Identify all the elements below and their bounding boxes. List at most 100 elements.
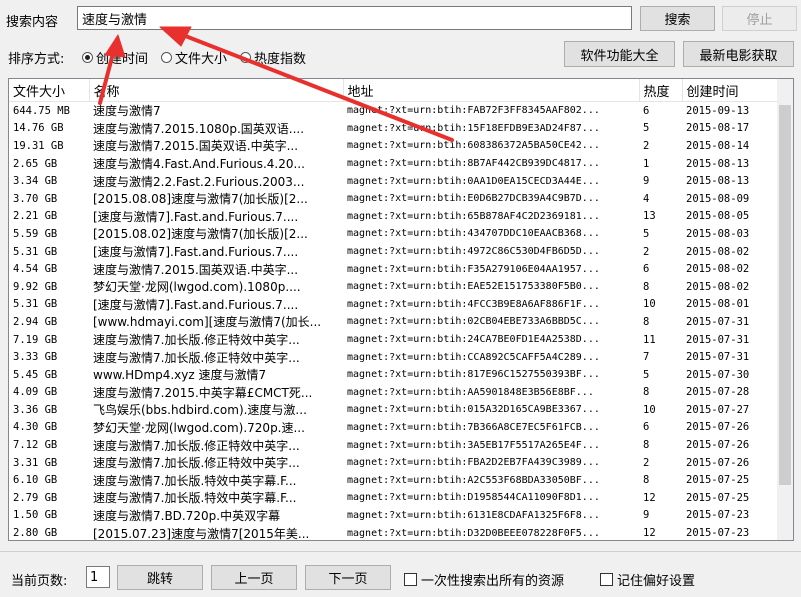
- size-cell: 6.10 GB: [13, 474, 58, 487]
- table-row[interactable]: 19.31 GB 速度与激情7.2015.国英双语.中英字... magnet:?x…: [9, 137, 779, 155]
- size-cell: 7.19 GB: [13, 333, 58, 346]
- address-cell: magnet:?xt=urn:btih:F35A279106E04AA1957.…: [347, 263, 600, 275]
- table-row[interactable]: 5.45 GB www.HDmp4.xyz 速度与激情7 magnet:?xt=ur…: [9, 366, 779, 384]
- table-row[interactable]: 3.31 GB 速度与激情7.加长版.修正特效中英字... magnet:?xt=u…: [9, 454, 779, 472]
- address-cell: magnet:?xt=urn:btih:434707DDC10EAACB368.…: [347, 228, 600, 240]
- created-cell: 2015-08-09: [686, 192, 750, 205]
- search-button[interactable]: 搜索: [640, 6, 715, 31]
- created-cell: 2015-08-14: [686, 139, 750, 152]
- sort-option-heat[interactable]: 热度指数: [240, 48, 306, 67]
- name-cell: 梦幻天堂·龙网(lwgod.com).1080p....: [93, 280, 301, 295]
- checkbox-icon: [404, 573, 417, 586]
- heat-cell: 6: [643, 421, 650, 434]
- column-header-size[interactable]: 文件大小: [9, 79, 90, 102]
- column-header-created[interactable]: 创建时间: [682, 79, 780, 102]
- next-page-button[interactable]: 下一页: [305, 565, 391, 590]
- search-all-checkbox[interactable]: 一次性搜索出所有的资源: [404, 570, 564, 589]
- size-cell: 3.34 GB: [13, 175, 58, 188]
- remember-label: 记住偏好设置: [617, 574, 696, 589]
- address-cell: magnet:?xt=urn:btih:15F18EFDB9E3AD24F87.…: [347, 122, 600, 134]
- size-cell: 5.59 GB: [13, 227, 58, 240]
- address-cell: magnet:?xt=urn:btih:0AA1D0EA15CECD3A44E.…: [347, 175, 600, 187]
- heat-cell: 12: [643, 527, 656, 540]
- name-cell: 速度与激情7.BD.720p.中英双字幕: [93, 508, 281, 523]
- address-cell: magnet:?xt=urn:btih:7B366A8CE7EC5F61FCB.…: [347, 421, 600, 433]
- table-row[interactable]: 2.80 GB [2015.07.23]速度与激情7[2015年美... magne…: [9, 524, 779, 541]
- name-cell: 速度与激情7.2015.1080p.国英双语....: [93, 121, 305, 136]
- results-list[interactable]: 文件大小 名称 地址 热度 创建时间 644.75 MB 速度与激情7 magnet…: [8, 78, 794, 541]
- table-row[interactable]: 2.21 GB [速度与激情7].Fast.and.Furious.7.... ma…: [9, 208, 779, 226]
- table-row[interactable]: 5.59 GB [2015.08.02]速度与激情7(加长版)[2... magne…: [9, 225, 779, 243]
- table-row[interactable]: 5.31 GB [速度与激情7].Fast.and.Furious.7.... ma…: [9, 243, 779, 261]
- vertical-scrollbar[interactable]: [777, 79, 793, 540]
- heat-cell: 6: [643, 263, 650, 276]
- heat-cell: 5: [643, 227, 650, 240]
- name-cell: 飞鸟娱乐(bbs.hdbird.com).速度与激...: [93, 403, 307, 418]
- page-label: 当前页数:: [11, 574, 68, 589]
- name-cell: 速度与激情7.加长版.修正特效中英字...: [93, 456, 300, 471]
- remember-preferences-checkbox[interactable]: 记住偏好设置: [600, 570, 695, 589]
- name-cell: [速度与激情7].Fast.and.Furious.7....: [93, 209, 299, 224]
- table-row[interactable]: 6.10 GB 速度与激情7.加长版.特效中英字幕.F... magnet:?xt=…: [9, 471, 779, 489]
- created-cell: 2015-07-26: [686, 421, 750, 434]
- size-cell: 1.50 GB: [13, 509, 58, 522]
- created-cell: 2015-08-02: [686, 280, 750, 293]
- name-cell: www.HDmp4.xyz 速度与激情7: [93, 368, 267, 383]
- page-input[interactable]: [86, 566, 110, 588]
- heat-cell: 11: [643, 333, 656, 346]
- table-row[interactable]: 5.31 GB [速度与激情7].Fast.and.Furious.7.... ma…: [9, 296, 779, 314]
- created-cell: 2015-07-23: [686, 509, 750, 522]
- heat-cell: 4: [643, 192, 650, 205]
- table-row[interactable]: 3.70 GB [2015.08.08]速度与激情7(加长版)[2... magne…: [9, 190, 779, 208]
- name-cell: 速度与激情7.2015.中英字幕£CMCT死...: [93, 385, 313, 400]
- name-cell: 速度与激情7.2015.国英双语.中英字...: [93, 262, 299, 277]
- stop-button[interactable]: 停止: [722, 6, 797, 31]
- prev-page-button[interactable]: 上一页: [211, 565, 297, 590]
- table-header: 文件大小 名称 地址 热度 创建时间: [9, 79, 780, 102]
- sort-option-size[interactable]: 文件大小: [161, 48, 227, 67]
- created-cell: 2015-07-23: [686, 527, 750, 540]
- name-cell: [2015.07.23]速度与激情7[2015年美...: [93, 526, 310, 541]
- table-row[interactable]: 9.92 GB 梦幻天堂·龙网(lwgod.com).1080p.... magne…: [9, 278, 779, 296]
- name-cell: 梦幻天堂·龙网(lwgod.com).720p.速...: [93, 420, 305, 435]
- heat-cell: 8: [643, 386, 650, 399]
- table-row[interactable]: 2.65 GB 速度与激情4.Fast.And.Furious.4.20... ma…: [9, 155, 779, 173]
- table-row[interactable]: 14.76 GB 速度与激情7.2015.1080p.国英双语.... magnet…: [9, 120, 779, 138]
- address-cell: magnet:?xt=urn:btih:EAE52E151753380F5B0.…: [347, 281, 600, 293]
- address-cell: magnet:?xt=urn:btih:65B878AF4C2D2369181.…: [347, 210, 600, 222]
- created-cell: 2015-07-31: [686, 333, 750, 346]
- table-row[interactable]: 4.54 GB 速度与激情7.2015.国英双语.中英字... magnet:?xt…: [9, 260, 779, 278]
- heat-cell: 2: [643, 245, 650, 258]
- sort-option-label: 创建时间: [96, 52, 149, 67]
- table-row[interactable]: 4.30 GB 梦幻天堂·龙网(lwgod.com).720p.速... magne…: [9, 419, 779, 437]
- address-cell: magnet:?xt=urn:btih:AA5901848E3B56E8BF..…: [347, 386, 594, 398]
- table-row[interactable]: 2.79 GB 速度与激情7.加长版.特效中英字幕.F... magnet:?xt=…: [9, 489, 779, 507]
- column-header-heat[interactable]: 热度: [639, 79, 683, 102]
- sort-option-created[interactable]: 创建时间: [82, 48, 148, 67]
- table-row[interactable]: 4.09 GB 速度与激情7.2015.中英字幕£CMCT死... magnet:?…: [9, 384, 779, 402]
- search-input[interactable]: [77, 6, 632, 30]
- features-button[interactable]: 软件功能大全: [564, 41, 675, 67]
- goto-button[interactable]: 跳转: [117, 565, 203, 590]
- sort-option-label: 文件大小: [175, 52, 228, 67]
- name-cell: 速度与激情4.Fast.And.Furious.4.20...: [93, 157, 305, 172]
- size-cell: 2.65 GB: [13, 157, 58, 170]
- created-cell: 2015-08-02: [686, 263, 750, 276]
- size-cell: 2.79 GB: [13, 491, 58, 504]
- latest-movies-button[interactable]: 最新电影获取: [683, 41, 794, 67]
- heat-cell: 5: [643, 368, 650, 381]
- created-cell: 2015-07-26: [686, 456, 750, 469]
- table-row[interactable]: 7.19 GB 速度与激情7.加长版.修正特效中英字... magnet:?xt=u…: [9, 331, 779, 349]
- column-header-address[interactable]: 地址: [343, 79, 640, 102]
- table-row[interactable]: 3.33 GB 速度与激情7.加长版.修正特效中英字... magnet:?xt=u…: [9, 348, 779, 366]
- table-row[interactable]: 3.34 GB 速度与激情2.2.Fast.2.Furious.2003... ma…: [9, 172, 779, 190]
- table-row[interactable]: 1.50 GB 速度与激情7.BD.720p.中英双字幕 magnet:?xt=ur…: [9, 507, 779, 525]
- scrollbar-thumb[interactable]: [779, 105, 791, 485]
- address-cell: magnet:?xt=urn:btih:608386372A5BA50CE42.…: [347, 140, 600, 152]
- table-row[interactable]: 2.94 GB [www.hdmayi.com][速度与激情7(加长... magn…: [9, 313, 779, 331]
- column-header-name[interactable]: 名称: [89, 79, 344, 102]
- table-row[interactable]: 644.75 MB 速度与激情7 magnet:?xt=urn:btih:FAB72…: [9, 102, 779, 120]
- heat-cell: 8: [643, 474, 650, 487]
- table-row[interactable]: 3.36 GB 飞鸟娱乐(bbs.hdbird.com).速度与激... magne…: [9, 401, 779, 419]
- table-row[interactable]: 7.12 GB 速度与激情7.加长版.修正特效中英字... magnet:?xt=u…: [9, 436, 779, 454]
